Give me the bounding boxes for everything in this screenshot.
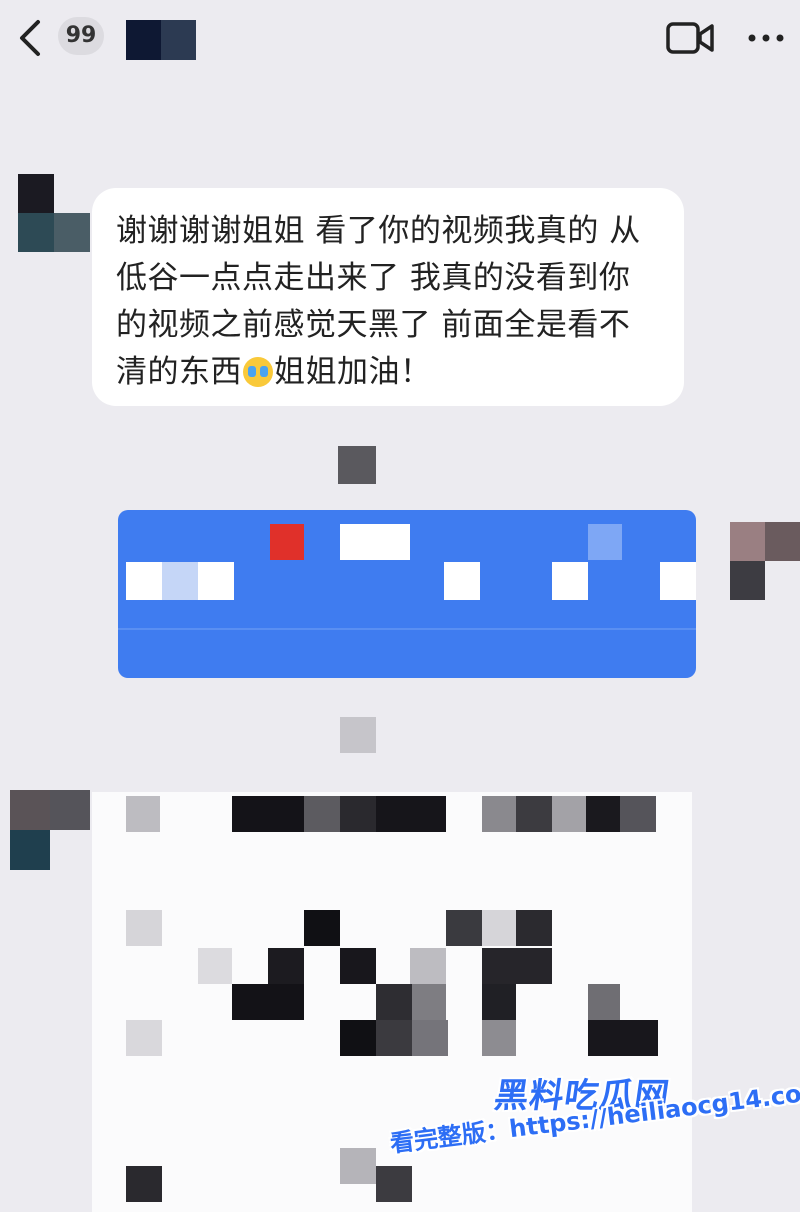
crying-face-icon	[243, 357, 273, 387]
timestamp-redacted-2	[340, 717, 376, 753]
message-text: 谢谢谢谢姐姐 看了你的视频我真的 从低谷一点点走出来了 我真的没看到你的视频之前…	[116, 208, 660, 396]
outgoing-card-redacted[interactable]	[118, 510, 696, 678]
video-camera-icon	[666, 22, 714, 54]
own-avatar-redacted[interactable]	[730, 522, 800, 600]
message-text-tail: 姐姐加油！	[274, 354, 432, 390]
timestamp-redacted	[338, 446, 376, 484]
video-call-button[interactable]	[664, 18, 716, 58]
header-subtitle-redacted	[262, 60, 322, 72]
unread-count-badge[interactable]: 99	[58, 17, 104, 55]
contact-name-redacted	[126, 20, 196, 60]
more-dots-icon	[748, 34, 784, 42]
sender-avatar-redacted-2[interactable]	[10, 790, 90, 870]
incoming-message-bubble[interactable]: 谢谢谢谢姐姐 看了你的视频我真的 从低谷一点点走出来了 我真的没看到你的视频之前…	[92, 188, 684, 406]
chevron-left-icon	[20, 20, 40, 56]
incoming-image-redacted[interactable]	[92, 792, 692, 1212]
more-options-button[interactable]	[744, 20, 788, 56]
chat-header: 99	[0, 0, 800, 80]
back-button[interactable]	[12, 16, 48, 60]
sender-avatar-redacted[interactable]	[18, 174, 90, 252]
